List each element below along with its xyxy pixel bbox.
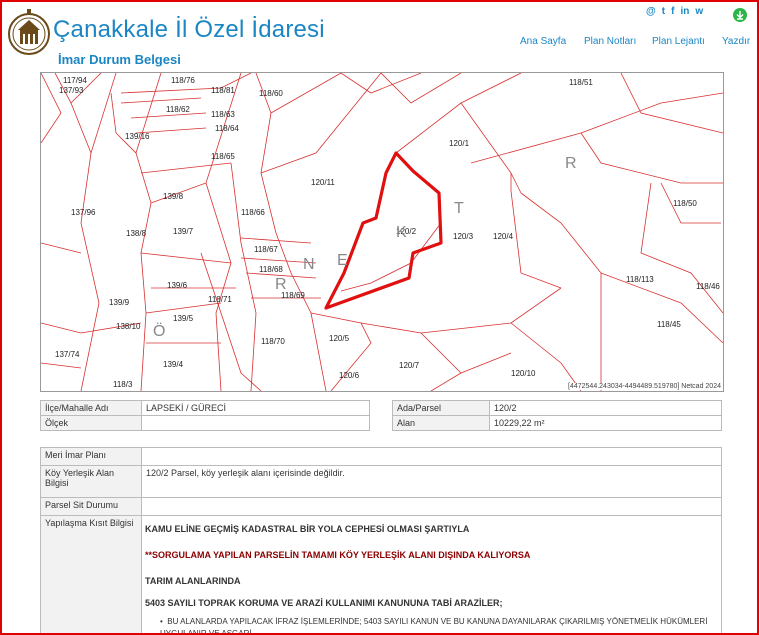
parcel-label: 120/1 <box>449 139 470 148</box>
area-letter: Ö <box>153 322 165 340</box>
olcek-label: Ölçek <box>40 415 142 431</box>
linkedin-icon[interactable]: in <box>680 6 689 17</box>
alan-value: 10229,22 m² <box>489 415 722 431</box>
ilce-value: LAPSEKİ / GÜRECİ <box>141 400 370 416</box>
area-letter: T <box>454 200 464 217</box>
parcel-label: 138/8 <box>126 229 147 238</box>
parcel-label: 120/4 <box>493 232 514 241</box>
parcel-label: 118/64 <box>215 124 239 133</box>
parcel-label: 118/63 <box>211 110 235 119</box>
parcel-label: 117/94 <box>63 76 87 85</box>
parcel-label: 138/10 <box>116 322 141 331</box>
koy-value: 120/2 Parsel, köy yerleşik alanı içerisi… <box>141 465 722 498</box>
nav-yazdir[interactable]: Yazdır <box>722 36 750 47</box>
kisit-bullet: • BU ALANLARDA YAPILACAK İFRAZ İŞLEMLERİ… <box>160 616 712 635</box>
parcel-label: 139/9 <box>109 298 130 307</box>
nav-plan-notlari[interactable]: Plan Notları <box>584 36 636 47</box>
header: Çanakkale İl Özel İdaresi İmar Durum Bel… <box>2 2 757 70</box>
koy-label: Köy Yerleşik Alan Bilgisi <box>40 465 142 498</box>
whatsapp-icon[interactable]: w <box>695 6 703 17</box>
map-coordinates: [4472544.243034-4494489.519780] Netcad 2… <box>568 383 721 390</box>
area-letter: N <box>303 256 315 273</box>
kisit-label: Yapılaşma Kısıt Bilgisi <box>40 515 142 633</box>
parcel-label: 118/76 <box>171 76 195 85</box>
page-frame: Çanakkale İl Özel İdaresi İmar Durum Bel… <box>0 0 759 635</box>
ilce-label: İlçe/Mahalle Adı <box>40 400 142 416</box>
parcel-label: 120/6 <box>339 371 360 380</box>
parcel-map[interactable]: 117/94 137/93 118/76 118/81 118/60 118/5… <box>40 72 724 392</box>
parcel-label: 118/51 <box>569 78 593 87</box>
parcel-label: 118/70 <box>261 337 285 346</box>
nav-ana-sayfa[interactable]: Ana Sayfa <box>520 36 566 47</box>
province-logo <box>8 9 50 55</box>
social-links: @ t f in w <box>646 6 703 17</box>
email-icon[interactable]: @ <box>646 6 656 17</box>
parcel-label: 137/93 <box>59 86 84 95</box>
parcel-label: 139/6 <box>167 281 188 290</box>
area-letter: R <box>275 276 287 293</box>
parcel-label: 120/5 <box>329 334 350 343</box>
twitter-icon[interactable]: t <box>662 6 665 17</box>
parcel-label: 137/74 <box>55 350 80 359</box>
area-letter: K <box>396 224 407 241</box>
parcel-label: 120/3 <box>453 232 474 241</box>
parcel-table: Ada/Parsel 120/2 Alan 10229,22 m² <box>392 400 722 431</box>
bullet-text: BU ALANLARDA YAPILACAK İFRAZ İŞLEMLERİND… <box>160 617 708 635</box>
parcel-map-svg: 117/94 137/93 118/76 118/81 118/60 118/5… <box>41 73 723 391</box>
sit-value <box>141 497 722 516</box>
parcel-label: 120/10 <box>511 369 536 378</box>
parcel-label: 118/65 <box>211 152 235 161</box>
parcel-label: 118/45 <box>657 320 681 329</box>
parcel-label: 118/62 <box>166 105 190 114</box>
parcel-label: 120/11 <box>311 178 335 187</box>
nav-plan-lejanti[interactable]: Plan Lejantı <box>652 36 705 47</box>
parcel-label: 137/96 <box>71 208 96 217</box>
parcel-label: 118/68 <box>259 265 283 274</box>
location-table: İlçe/Mahalle Adı LAPSEKİ / GÜRECİ Ölçek <box>40 400 370 431</box>
facebook-icon[interactable]: f <box>671 6 674 17</box>
ada-value: 120/2 <box>489 400 722 416</box>
parcel-label: 118/46 <box>696 282 720 291</box>
meri-label: Meri İmar Planı <box>40 447 142 466</box>
parcel-label: 118/60 <box>259 89 283 98</box>
parcel-label: 120/7 <box>399 361 420 370</box>
page-subtitle: İmar Durum Belgesi <box>58 52 181 67</box>
area-letter: E <box>337 252 348 269</box>
parcel-label: 118/3 <box>113 380 133 389</box>
alan-label: Alan <box>392 415 490 431</box>
sit-label: Parsel Sit Durumu <box>40 497 142 516</box>
ada-label: Ada/Parsel <box>392 400 490 416</box>
parcel-label: 139/8 <box>163 192 184 201</box>
page-title: Çanakkale İl Özel İdaresi <box>53 16 325 43</box>
parcel-label: 139/4 <box>163 360 184 369</box>
kisit-line-1: KAMU ELİNE GEÇMİŞ KADASTRAL BİR YOLA CEP… <box>145 524 470 534</box>
parcel-label: 139/5 <box>173 314 194 323</box>
parcel-label: 139/7 <box>173 227 194 236</box>
parcel-labels: 117/94 137/93 118/76 118/81 118/60 118/5… <box>55 76 720 389</box>
download-icon[interactable] <box>733 8 747 22</box>
kisit-line-4: 5403 SAYILI TOPRAK KORUMA VE ARAZİ KULLA… <box>145 598 503 608</box>
meri-value <box>141 447 722 466</box>
parcel-label: 118/71 <box>208 295 232 304</box>
area-letter: R <box>565 155 577 172</box>
olcek-value <box>141 415 370 431</box>
kisit-line-2: **SORGULAMA YAPILAN PARSELİN TAMAMI KÖY … <box>145 550 531 560</box>
parcel-label: 139/16 <box>125 132 150 141</box>
parcel-label: 118/81 <box>211 86 235 95</box>
parcel-label: 118/67 <box>254 245 278 254</box>
kisit-line-3: TARIM ALANLARINDA <box>145 576 241 586</box>
parcel-label: 118/50 <box>673 199 697 208</box>
parcel-label: 118/113 <box>626 275 654 284</box>
parcel-label: 118/66 <box>241 208 265 217</box>
